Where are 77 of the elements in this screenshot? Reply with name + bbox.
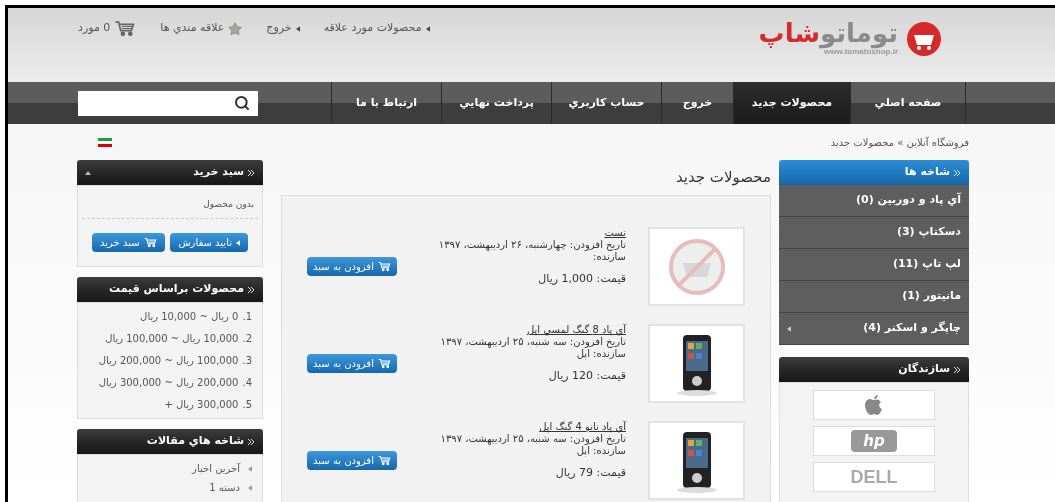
article-category-link[interactable]: دسته 1 <box>78 480 252 495</box>
add-to-cart-button[interactable]: افزودن به سبد <box>307 354 397 373</box>
dell-logo: DELL <box>850 468 898 486</box>
list-number: 4. <box>242 376 252 390</box>
empty-cart-text: بدون محصول <box>203 199 254 209</box>
cart-link[interactable]: 0 مورد <box>78 20 137 37</box>
widget-title: محصولات براساس قيمت <box>109 281 244 298</box>
no-image-icon <box>666 236 727 297</box>
product-price: قيمت: 120 ريال <box>547 370 626 382</box>
product-image-frame[interactable] <box>648 421 745 500</box>
logo-text-accent: شاپ <box>758 20 820 46</box>
product-name-link[interactable]: تست <box>406 227 626 239</box>
product-maker: سازنده: اپل <box>575 445 626 457</box>
checkout-button[interactable]: تاييد سفارش <box>170 233 248 252</box>
widget-title: سبد خريد <box>193 164 244 181</box>
product-maker: سازنده: <box>592 251 626 263</box>
add-to-cart-button[interactable]: افزودن به سبد <box>307 257 397 276</box>
nav-tab[interactable]: ارتباط با ما <box>331 82 441 124</box>
triangle-icon <box>295 25 300 32</box>
wishlist-link[interactable]: علاقه مندي ها <box>160 20 243 37</box>
product-date: تاريخ افزودن: سه شنبه، ۲۵ ارديبهشت، ۱۳۹۷ <box>439 336 626 348</box>
product-date: تاريخ افزودن: سه شنبه، ۲۵ ارديبهشت، ۱۳۹۷ <box>439 433 626 445</box>
category-item[interactable]: مانيتور (1) <box>779 281 969 313</box>
flag-icon[interactable] <box>98 137 112 147</box>
widget-title: شاخه هاي مقالات <box>146 433 244 450</box>
cart-icon <box>377 358 391 369</box>
view-cart-button[interactable]: سبد خريد <box>92 233 165 252</box>
arrow-icon <box>236 239 240 246</box>
list-number: 1. <box>242 310 252 324</box>
product-date: تاريخ افزودن: چهارشنبه، ۲۶ ارديبهشت، ۱۳۹۷ <box>437 239 626 251</box>
double-chevron-icon <box>248 286 255 293</box>
product-maker: سازنده: اپل <box>575 348 626 360</box>
breadcrumb: فروشگاه آنلاين » محصولات جديد <box>830 135 969 150</box>
list-number: 2. <box>242 332 252 346</box>
page-title: محصولات جديد <box>675 167 771 189</box>
collapse-icon[interactable] <box>85 170 91 175</box>
double-chevron-icon <box>954 169 961 176</box>
cart-icon <box>377 455 391 466</box>
bullet-icon <box>248 465 252 472</box>
double-chevron-icon <box>248 169 255 176</box>
cart-icon <box>377 261 391 272</box>
cart-icon <box>143 237 157 248</box>
submenu-icon <box>787 325 791 332</box>
nav-tab[interactable]: خروج <box>661 82 733 124</box>
category-item[interactable]: چاپگر و اسكنر (4) <box>779 313 969 345</box>
nav-tab[interactable]: پرداخت نهايي <box>441 82 551 124</box>
apple-logo-icon <box>864 393 884 417</box>
product-image-frame[interactable] <box>648 324 745 403</box>
product-name-link[interactable]: آي پاد نانو 4 گيگ اپل <box>406 421 626 433</box>
add-to-cart-button[interactable]: افزودن به سبد <box>307 451 397 470</box>
widget-title: سازندگان <box>898 361 950 378</box>
product-price: قيمت: 79 ريال <box>554 467 626 479</box>
category-item[interactable]: دسكتاپ (3) <box>779 217 969 249</box>
star-icon <box>228 21 243 36</box>
list-number: 3. <box>242 354 252 368</box>
logo-url: www.tomatoshop.ir <box>824 47 898 58</box>
manufacturer-logo-card[interactable] <box>813 390 935 420</box>
product-price: قيمت: 1,000 ريال <box>537 273 626 285</box>
product-name-link[interactable]: آي پاد 8 گيگ لمسي اپل <box>406 324 626 336</box>
header-link[interactable]: محصولات مورد علاقه <box>323 20 430 37</box>
search-field[interactable] <box>78 90 258 116</box>
bullet-icon <box>248 484 252 491</box>
article-category-link[interactable]: آخرين اخبار <box>78 461 252 476</box>
widget-title: شاخه ها <box>904 164 950 181</box>
category-item[interactable]: آي پاد و دوربين (0) <box>779 185 969 217</box>
double-chevron-icon <box>248 438 255 445</box>
search-icon[interactable] <box>234 95 250 111</box>
list-number: 5. <box>242 398 252 412</box>
logo-icon <box>906 21 942 57</box>
hp-logo: hp <box>851 429 897 453</box>
nav-tab[interactable]: محصولات جديد <box>733 82 850 124</box>
nav-tab[interactable]: حساب كاربري <box>551 82 661 124</box>
triangle-icon <box>425 25 430 32</box>
cart-icon <box>114 20 137 37</box>
double-chevron-icon <box>954 366 961 373</box>
category-item[interactable]: لپ تاپ (11) <box>779 249 969 281</box>
header-link[interactable]: خروج <box>266 20 300 37</box>
